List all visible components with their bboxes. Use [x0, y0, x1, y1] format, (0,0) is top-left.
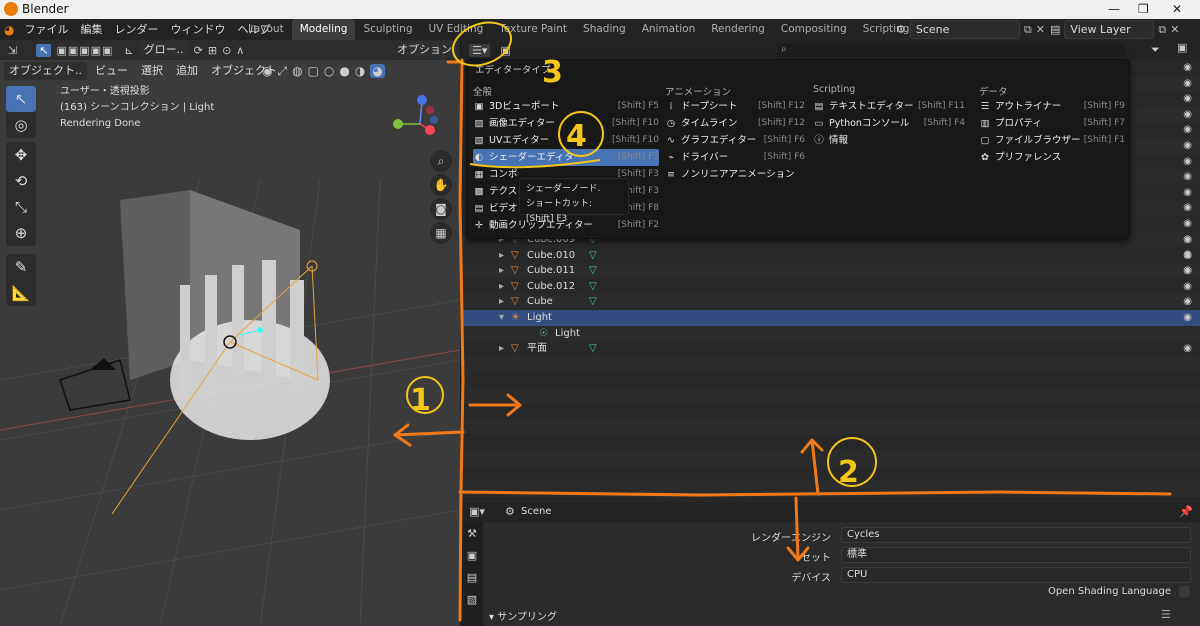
- annotation-label-3: 3: [542, 55, 563, 90]
- annotation-underline-4: [469, 159, 601, 169]
- annotation-arrow-down: [786, 496, 810, 562]
- annotation-divider-vertical: [458, 58, 465, 622]
- annotation-arrow-left: [393, 423, 465, 447]
- annotation-circle-3: [451, 21, 513, 67]
- annotation-label-4: 4: [566, 119, 587, 154]
- annotation-arrow-up: [800, 438, 824, 496]
- annotation-divider-horizontal: [458, 490, 1172, 497]
- annotation-arrow-right: [468, 393, 522, 417]
- annotation-overlay: 1 2 3 4: [393, 21, 1172, 622]
